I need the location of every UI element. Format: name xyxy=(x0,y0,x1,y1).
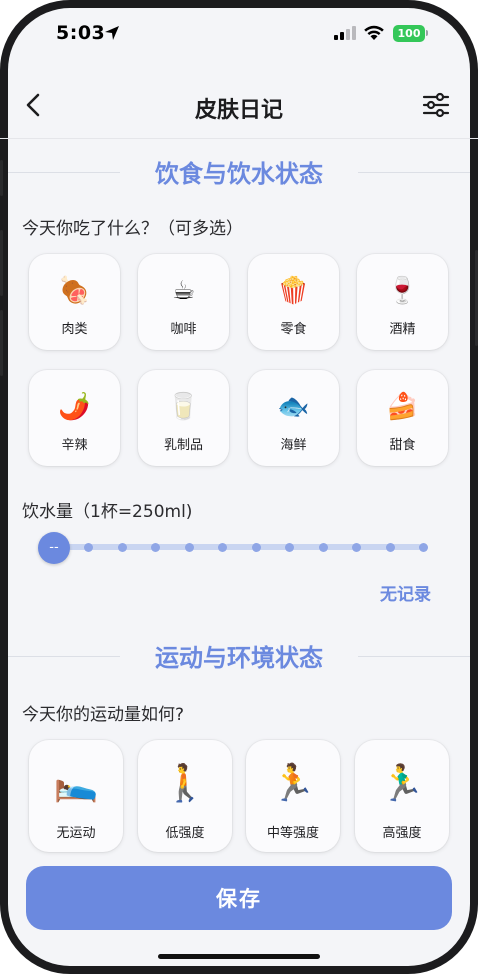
slider-step-dot xyxy=(151,542,160,552)
exercise-option-label: 无运动 xyxy=(56,826,96,841)
divider xyxy=(358,172,470,173)
food-option-label: 咖啡 xyxy=(170,322,197,337)
exercise-section-header: 运动与环境状态 xyxy=(0,636,478,676)
cellular-signal-icon xyxy=(334,26,356,40)
slider-step-dot xyxy=(218,542,227,552)
food-option-label: 零食 xyxy=(280,322,307,337)
food-option[interactable]: ☕ 咖啡 xyxy=(138,254,229,350)
divider xyxy=(358,656,470,657)
slider-step-dot xyxy=(419,542,428,552)
exercise-option-label: 高强度 xyxy=(382,826,422,841)
food-emoji-icon: 🥛 xyxy=(167,392,200,422)
water-slider-thumb[interactable]: -- xyxy=(38,532,70,564)
nav-bar: 皮肤日记 xyxy=(0,84,478,128)
battery-indicator: 100 xyxy=(393,25,425,42)
diet-section-header: 饮食与饮水状态 xyxy=(0,152,478,192)
page-title: 皮肤日记 xyxy=(194,98,283,123)
food-emoji-icon: 🍿 xyxy=(277,276,310,306)
food-option-label: 甜食 xyxy=(389,438,416,453)
food-option-label: 海鲜 xyxy=(280,438,307,453)
save-button[interactable]: 保存 xyxy=(26,866,452,930)
exercise-option-label: 中等强度 xyxy=(266,826,319,841)
volume-down-button xyxy=(0,310,3,376)
exercise-option[interactable]: 🏃‍♂️ 高强度 xyxy=(355,740,449,852)
water-slider-track[interactable] xyxy=(44,544,422,550)
wifi-icon xyxy=(364,25,384,40)
food-option-label: 肉类 xyxy=(61,322,88,337)
exercise-option[interactable]: 🛌 无运动 xyxy=(29,740,123,852)
food-option[interactable]: 🍰 甜食 xyxy=(357,370,448,466)
slider-step-dot xyxy=(184,542,194,552)
food-option-label: 酒精 xyxy=(389,322,416,337)
slider-step-dot xyxy=(84,542,93,552)
exercise-emoji-icon: 🛌 xyxy=(53,763,99,804)
food-emoji-icon: 🍰 xyxy=(386,392,419,422)
food-option[interactable]: 🥛 乳制品 xyxy=(138,370,229,466)
exercise-emoji-icon: 🏃 xyxy=(270,763,316,804)
battery-cap xyxy=(426,30,428,36)
exercise-emoji-icon: 🏃‍♂️ xyxy=(379,763,425,804)
volume-up-button xyxy=(0,230,3,296)
sliders-icon[interactable] xyxy=(422,92,450,118)
food-option-label: 乳制品 xyxy=(163,438,203,453)
nav-divider xyxy=(0,138,478,139)
location-arrow-icon xyxy=(105,26,119,40)
exercise-option[interactable]: 🚶 低强度 xyxy=(138,740,232,852)
food-option[interactable]: 🍿 零食 xyxy=(248,254,339,350)
food-emoji-icon: ☕ xyxy=(171,276,196,306)
food-emoji-icon: 🌶️ xyxy=(58,392,91,422)
slider-step-dot xyxy=(318,542,328,552)
slider-step-dot xyxy=(352,542,361,552)
food-emoji-icon: 🐟 xyxy=(277,392,310,422)
slider-step-dot xyxy=(385,542,395,552)
slider-step-dot xyxy=(285,542,294,552)
status-time: 5:03 xyxy=(56,22,106,44)
exercise-question: 今天你的运动量如何? xyxy=(22,705,185,725)
water-status: 无记录 xyxy=(380,585,431,605)
exercise-option[interactable]: 🏃 中等强度 xyxy=(246,740,340,852)
home-indicator xyxy=(158,954,320,959)
food-emoji-icon: 🍷 xyxy=(386,276,419,306)
status-bar: 5:03 100 xyxy=(0,22,478,46)
food-option[interactable]: 🍖 肉类 xyxy=(29,254,120,350)
exercise-emoji-icon: 🚶 xyxy=(162,763,208,804)
slider-step-dot xyxy=(117,542,127,552)
exercise-option-label: 低强度 xyxy=(165,826,205,841)
food-option[interactable]: 🐟 海鲜 xyxy=(248,370,339,466)
food-option-label: 辛辣 xyxy=(61,438,88,453)
food-option[interactable]: 🌶️ 辛辣 xyxy=(29,370,120,466)
slider-step-dot xyxy=(251,542,261,552)
water-label: 饮水量（1杯=250ml) xyxy=(22,502,193,522)
diet-question: 今天你吃了什么？（可多选） xyxy=(22,219,243,239)
food-emoji-icon: 🍖 xyxy=(58,276,91,306)
food-option[interactable]: 🍷 酒精 xyxy=(357,254,448,350)
